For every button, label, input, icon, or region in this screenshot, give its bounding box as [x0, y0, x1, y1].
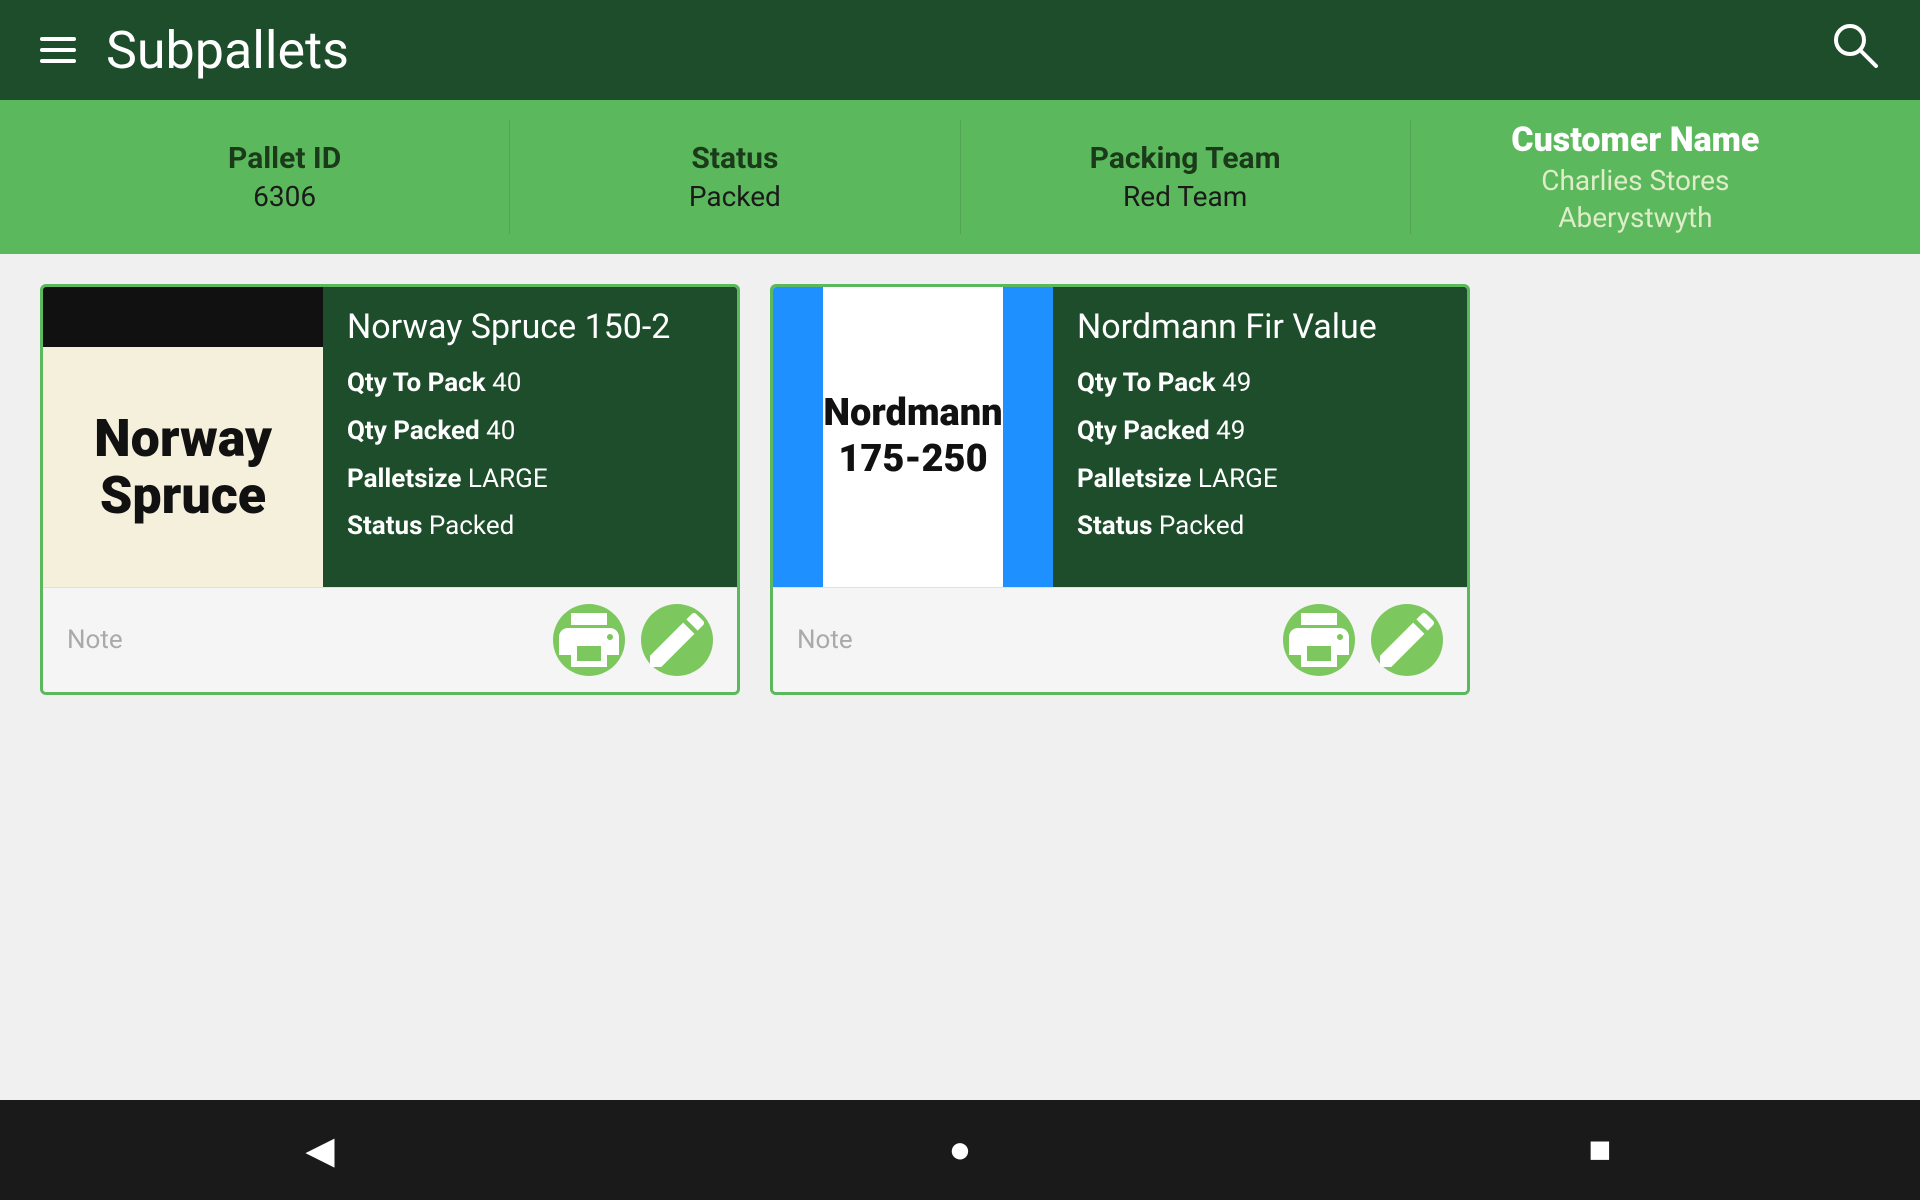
palletsize-row-2: Palletsize LARGE — [1077, 463, 1443, 497]
qty-to-pack-label-2: Qty To Pack — [1077, 368, 1216, 398]
pallet-id-label: Pallet ID — [228, 141, 341, 176]
status-value: Packed — [689, 180, 781, 213]
palletsize-label-1: Palletsize — [347, 464, 461, 494]
edit-button-1[interactable] — [641, 604, 713, 676]
nordmann-image-text: Nordmann 175-250 — [823, 391, 1002, 482]
palletsize-value-2: LARGE — [1198, 464, 1278, 494]
card-status-label-2: Status — [1077, 511, 1152, 541]
status-row-1: Status Packed — [347, 510, 713, 544]
packing-team-cell: Packing Team Red Team — [961, 120, 1411, 234]
product-image-nordmann: Nordmann 175-250 — [773, 287, 1053, 587]
product-image-text: NorwaySpruce — [84, 400, 282, 534]
status-label: Status — [691, 141, 778, 176]
note-label-1: Note — [67, 625, 123, 655]
card-status-value-1: Packed — [429, 511, 514, 541]
bottom-navigation-bar: ◀ ● ■ — [0, 1100, 1920, 1200]
packing-team-label: Packing Team — [1090, 141, 1281, 176]
packing-team-value: Red Team — [1123, 180, 1247, 213]
search-button[interactable] — [1828, 18, 1880, 83]
qty-to-pack-label-1: Qty To Pack — [347, 368, 486, 398]
status-cell: Status Packed — [510, 120, 960, 234]
nordmann-stripe-right — [1003, 287, 1053, 587]
footer-actions-2 — [1283, 604, 1443, 676]
palletsize-label-2: Palletsize — [1077, 464, 1191, 494]
product-image-norway: NorwaySpruce — [43, 287, 323, 587]
print-button-1[interactable] — [553, 604, 625, 676]
menu-button[interactable] — [40, 37, 76, 63]
page-title: Subpallets — [106, 20, 349, 81]
qty-to-pack-value-2: 49 — [1222, 368, 1251, 398]
main-content: NorwaySpruce Norway Spruce 150-2 Qty To … — [0, 254, 1920, 1100]
pallet-id-cell: Pallet ID 6306 — [60, 120, 510, 234]
status-row-2: Status Packed — [1077, 510, 1443, 544]
product-name-2: Nordmann Fir Value — [1077, 307, 1443, 347]
card-footer-2: Note — [773, 587, 1467, 692]
qty-packed-value-1: 40 — [486, 416, 515, 446]
recents-button[interactable]: ■ — [1570, 1120, 1630, 1180]
qty-to-pack-value-1: 40 — [492, 368, 521, 398]
edit-icon — [641, 604, 713, 676]
product-name-1: Norway Spruce 150-2 — [347, 307, 713, 347]
info-header-bar: Pallet ID 6306 Status Packed Packing Tea… — [0, 100, 1920, 254]
back-button[interactable]: ◀ — [290, 1120, 350, 1180]
qty-packed-value-2: 49 — [1216, 416, 1245, 446]
qty-packed-row-2: Qty Packed 49 — [1077, 415, 1443, 449]
customer-name-line2: Aberystwyth — [1558, 201, 1712, 234]
pallet-id-value: 6306 — [253, 180, 316, 213]
customer-name-line1: Charlies Stores — [1541, 164, 1729, 197]
home-button[interactable]: ● — [930, 1120, 990, 1180]
palletsize-value-1: LARGE — [468, 464, 548, 494]
edit-button-2[interactable] — [1371, 604, 1443, 676]
print-icon — [553, 604, 625, 676]
nordmann-stripe-left — [773, 287, 823, 587]
footer-actions-1 — [553, 604, 713, 676]
card-status-label-1: Status — [347, 511, 422, 541]
print-icon-2 — [1283, 604, 1355, 676]
qty-to-pack-row-1: Qty To Pack 40 — [347, 367, 713, 401]
qty-to-pack-row-2: Qty To Pack 49 — [1077, 367, 1443, 401]
top-navigation-bar: Subpallets — [0, 0, 1920, 100]
customer-name-cell: Customer Name Charlies Stores Aberystwyt… — [1411, 120, 1860, 234]
card-footer-1: Note — [43, 587, 737, 692]
customer-name-label: Customer Name — [1511, 120, 1759, 160]
card-info-2: Nordmann Fir Value Qty To Pack 49 Qty Pa… — [1053, 287, 1467, 587]
qty-packed-row-1: Qty Packed 40 — [347, 415, 713, 449]
subpallet-card-2: Nordmann 175-250 Nordmann Fir Value Qty … — [770, 284, 1470, 695]
print-button-2[interactable] — [1283, 604, 1355, 676]
note-label-2: Note — [797, 625, 853, 655]
card-info-1: Norway Spruce 150-2 Qty To Pack 40 Qty P… — [323, 287, 737, 587]
edit-icon-2 — [1371, 604, 1443, 676]
subpallet-card-1: NorwaySpruce Norway Spruce 150-2 Qty To … — [40, 284, 740, 695]
qty-packed-label-2: Qty Packed — [1077, 416, 1210, 446]
qty-packed-label-1: Qty Packed — [347, 416, 480, 446]
nordmann-center: Nordmann 175-250 — [823, 287, 1002, 587]
card-status-value-2: Packed — [1159, 511, 1244, 541]
palletsize-row-1: Palletsize LARGE — [347, 463, 713, 497]
